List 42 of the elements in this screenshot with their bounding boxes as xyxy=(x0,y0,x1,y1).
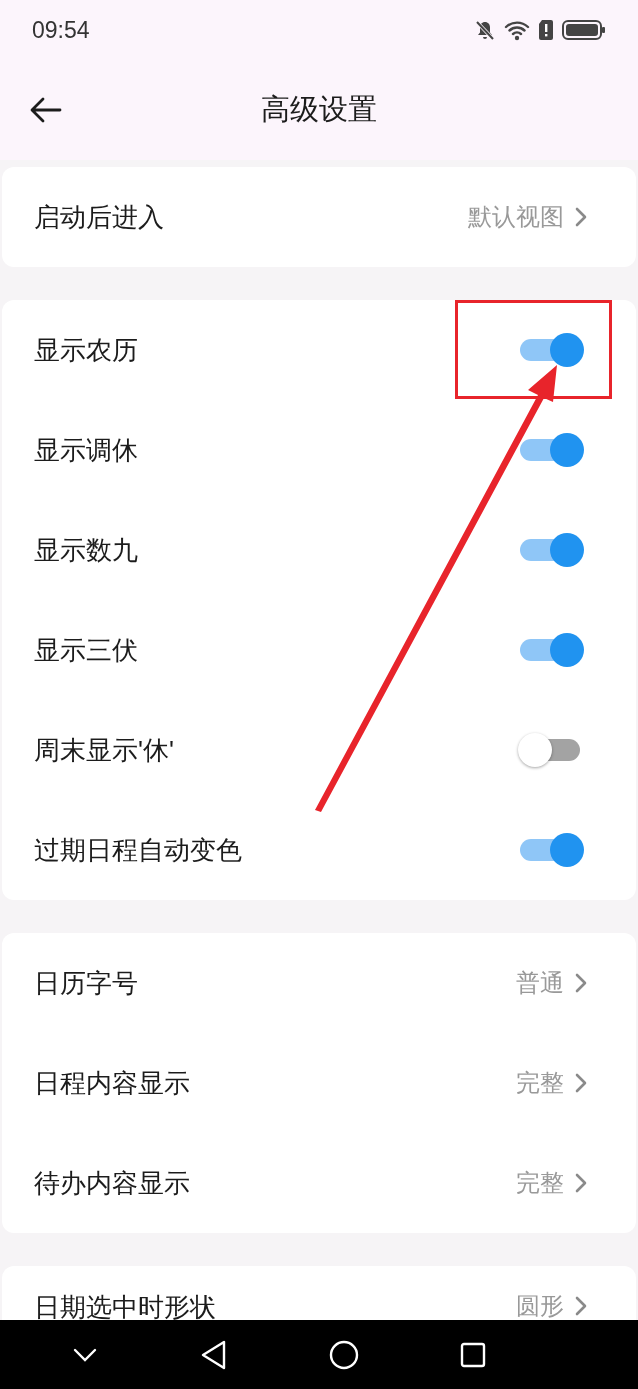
settings-row[interactable]: 启动后进入 默认视图 xyxy=(2,167,636,267)
back-arrow-icon xyxy=(30,97,62,123)
square-recents-icon xyxy=(460,1341,487,1368)
row-label: 显示数九 xyxy=(34,533,138,567)
row-value: 完整 xyxy=(516,1168,564,1198)
triangle-back-icon xyxy=(201,1339,228,1370)
settings-row[interactable]: 待办内容显示 完整 xyxy=(2,1133,636,1233)
row-label: 过期日程自动变色 xyxy=(34,833,242,867)
row-label: 日期选中时形状 xyxy=(34,1291,216,1320)
row-label: 启动后进入 xyxy=(34,200,164,234)
toggle-switch[interactable] xyxy=(518,832,584,868)
wifi-icon xyxy=(504,19,530,41)
bell-off-icon xyxy=(474,19,496,41)
toggle-switch[interactable] xyxy=(518,532,584,568)
row-value: 圆形 xyxy=(516,1291,564,1320)
chevron-right-icon xyxy=(574,1295,588,1317)
row-label: 日历字号 xyxy=(34,966,138,1000)
settings-row[interactable]: 日期选中时形状 圆形 xyxy=(2,1266,636,1320)
settings-row[interactable]: 日历字号 普通 xyxy=(2,933,636,1033)
chevron-right-icon xyxy=(574,1172,588,1194)
status-time: 09:54 xyxy=(32,15,90,45)
toggle-switch[interactable] xyxy=(518,432,584,468)
toggle-switch[interactable] xyxy=(518,632,584,668)
page-title: 高级设置 xyxy=(261,92,377,128)
row-label: 显示农历 xyxy=(34,333,138,367)
circle-home-icon xyxy=(328,1339,359,1370)
sim-alert-icon xyxy=(538,19,554,41)
row-label: 日程内容显示 xyxy=(34,1066,190,1100)
row-label: 周末显示'休' xyxy=(34,733,174,767)
chevron-right-icon xyxy=(574,206,588,228)
row-label: 显示调休 xyxy=(34,433,138,467)
chevron-down-icon xyxy=(72,1347,97,1362)
chevron-right-icon xyxy=(574,972,588,994)
toggle-switch[interactable] xyxy=(518,332,584,368)
row-label: 显示三伏 xyxy=(34,633,138,667)
row-value: 默认视图 xyxy=(468,202,564,232)
settings-row[interactable]: 日程内容显示 完整 xyxy=(2,1033,636,1133)
row-value: 完整 xyxy=(516,1068,564,1098)
battery-icon xyxy=(562,19,606,41)
chevron-right-icon xyxy=(574,1072,588,1094)
row-label: 待办内容显示 xyxy=(34,1166,190,1200)
row-value: 普通 xyxy=(516,968,564,998)
